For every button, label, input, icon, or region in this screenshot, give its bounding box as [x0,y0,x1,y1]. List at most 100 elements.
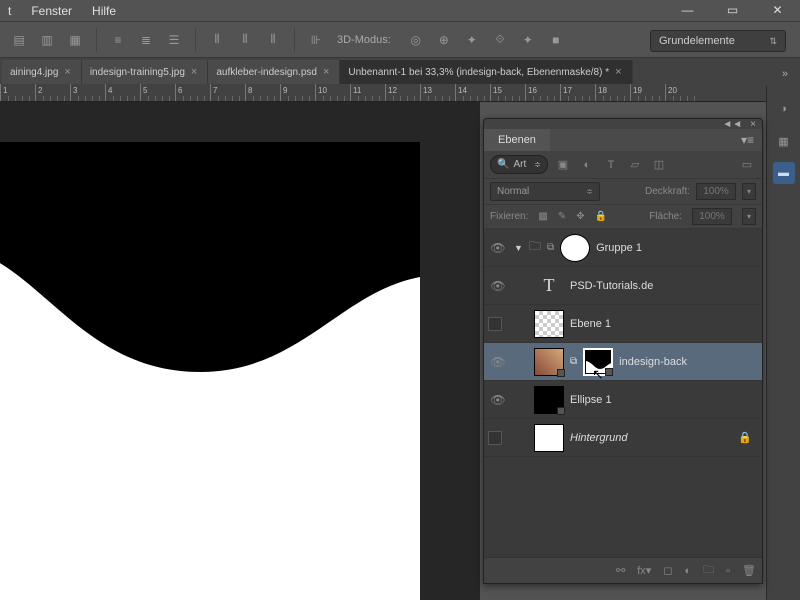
visibility-checkbox[interactable] [488,317,502,331]
distribute-icon[interactable]: ⫴ [234,29,256,51]
panel-header: ◄◄ × [484,119,762,129]
lock-all-icon[interactable]: 🔒 [595,211,607,222]
minimize-button[interactable]: — [665,0,710,20]
distribute-icon[interactable]: ≣ [135,29,157,51]
align-icon[interactable]: ▤ [8,29,30,51]
visibility-icon[interactable]: 👁 [488,355,508,369]
opacity-value[interactable]: 100% [696,183,736,200]
close-tab-icon[interactable]: × [615,66,621,78]
close-button[interactable]: ✕ [755,0,800,20]
visibility-icon[interactable] [488,317,508,331]
lock-label: Fixieren: [490,211,528,222]
filter-pixel-icon[interactable]: ▣ [554,156,572,174]
menu-hilfe[interactable]: Hilfe [92,4,116,18]
align-icon[interactable]: ▥ [36,29,58,51]
fx-icon[interactable]: fx▾ [637,564,651,577]
filter-smart-icon[interactable]: ◫ [650,156,668,174]
menu-item[interactable]: t [8,4,11,18]
distribute-icon[interactable]: ☰ [163,29,185,51]
layer-row[interactable]: Hintergrund 🔒 [484,419,762,457]
layer-row[interactable]: 👁 ▼ 🗀 ⧉ Gruppe 1 [484,229,762,267]
layer-search[interactable]: 🔍Art≑ [490,155,548,174]
collapse-icon[interactable]: ◄◄ [722,119,742,130]
maximize-button[interactable]: ▭ [710,0,755,20]
link-icon: ⧉ [547,242,554,253]
filter-text-icon[interactable]: T [602,156,620,174]
workspace-selector[interactable]: Grundelemente ⇅ [650,30,786,52]
close-tab-icon[interactable]: × [64,66,70,78]
distribute-icon[interactable]: ⊪ [305,29,327,51]
opacity-label: Deckkraft: [645,186,690,197]
layer-name[interactable]: Hintergrund [570,432,627,444]
doc-tab[interactable]: aining4.jpg× [2,60,82,84]
visibility-checkbox[interactable] [488,431,502,445]
doc-tab-active[interactable]: Unbenannt-1 bei 33,3% (indesign-back, Eb… [340,60,632,84]
trash-icon[interactable]: 🗑 [742,564,756,577]
distribute-icon[interactable]: ⫴ [262,29,284,51]
layer-thumb[interactable] [534,386,564,414]
more-tabs-icon[interactable]: » [770,64,800,84]
folder-icon: 🗀 [529,237,541,258]
filter-shape-icon[interactable]: ▱ [626,156,644,174]
layer-row[interactable]: 👁 Ellipse 1 [484,381,762,419]
3d-icon[interactable]: ◎ [405,29,427,51]
3d-icon[interactable]: ⊕ [433,29,455,51]
layer-thumb[interactable] [534,424,564,452]
opacity-stepper[interactable]: ▾ [742,183,756,200]
layer-thumb[interactable] [534,310,564,338]
3d-icon[interactable]: ✦ [517,29,539,51]
visibility-icon[interactable] [488,431,508,445]
distribute-icon[interactable]: ⫴ [206,29,228,51]
visibility-icon[interactable]: 👁 [488,279,508,293]
3d-icon[interactable]: ⟐ [489,29,511,51]
panel-menu-icon[interactable]: ▾≡ [733,133,762,147]
layer-filter-row: 🔍Art≑ ▣ ◐ T ▱ ◫ ▭ [484,151,762,179]
link-layers-icon[interactable]: ⚯ [616,564,625,577]
blend-mode-select[interactable]: Normal≑ [490,182,600,201]
layer-row[interactable]: Ebene 1 [484,305,762,343]
close-panel-icon[interactable]: × [750,119,756,130]
visibility-icon[interactable]: 👁 [488,241,508,255]
separator [195,28,196,52]
layer-name[interactable]: Gruppe 1 [596,242,642,254]
document[interactable] [0,142,420,600]
lock-transparency-icon[interactable]: ▩ [538,211,547,222]
layer-row[interactable]: 👁 T PSD-Tutorials.de [484,267,762,305]
color-panel-icon[interactable]: ◑ [773,98,795,120]
layer-thumb[interactable] [534,348,564,376]
close-tab-icon[interactable]: × [191,66,197,78]
expand-icon[interactable]: ▼ [514,243,523,253]
3d-icon[interactable]: ✦ [461,29,483,51]
doc-tab[interactable]: indesign-training5.jpg× [82,60,209,84]
new-layer-icon[interactable]: ▫ [726,565,730,577]
layer-row-selected[interactable]: 👁 ⧉ indesign-back [484,343,762,381]
layer-name[interactable]: Ebene 1 [570,318,611,330]
canvas[interactable] [0,102,480,600]
layer-name[interactable]: Ellipse 1 [570,394,612,406]
layer-name[interactable]: indesign-back [619,356,687,368]
group-icon[interactable]: 🗀 [703,561,714,580]
filter-adjust-icon[interactable]: ◐ [578,156,596,174]
mask-icon[interactable]: ◻ [663,564,672,577]
fill-stepper[interactable]: ▾ [742,208,756,225]
visibility-icon[interactable]: 👁 [488,393,508,407]
3d-icon[interactable]: ■ [545,29,567,51]
panel-tab-ebenen[interactable]: Ebenen [484,129,550,151]
align-icon[interactable]: ▦ [64,29,86,51]
lock-paint-icon[interactable]: ✎ [558,211,566,222]
mask-thumb[interactable] [560,234,590,262]
layer-name[interactable]: PSD-Tutorials.de [570,280,653,292]
adjustment-icon[interactable]: ◐ [684,565,691,577]
distribute-icon[interactable]: ≡ [107,29,129,51]
menu-fenster[interactable]: Fenster [31,4,72,18]
mask-thumb[interactable] [583,348,613,376]
fill-value[interactable]: 100% [692,208,732,225]
panel-icon[interactable]: ▬ [773,162,795,184]
doc-tab[interactable]: aufkleber-indesign.psd× [208,60,340,84]
lock-position-icon[interactable]: ✥ [576,211,584,222]
filter-toggle[interactable]: ▭ [738,156,756,174]
separator [294,28,295,52]
link-icon: ⧉ [570,356,577,367]
close-tab-icon[interactable]: × [323,66,329,78]
swatches-panel-icon[interactable]: ▦ [773,130,795,152]
